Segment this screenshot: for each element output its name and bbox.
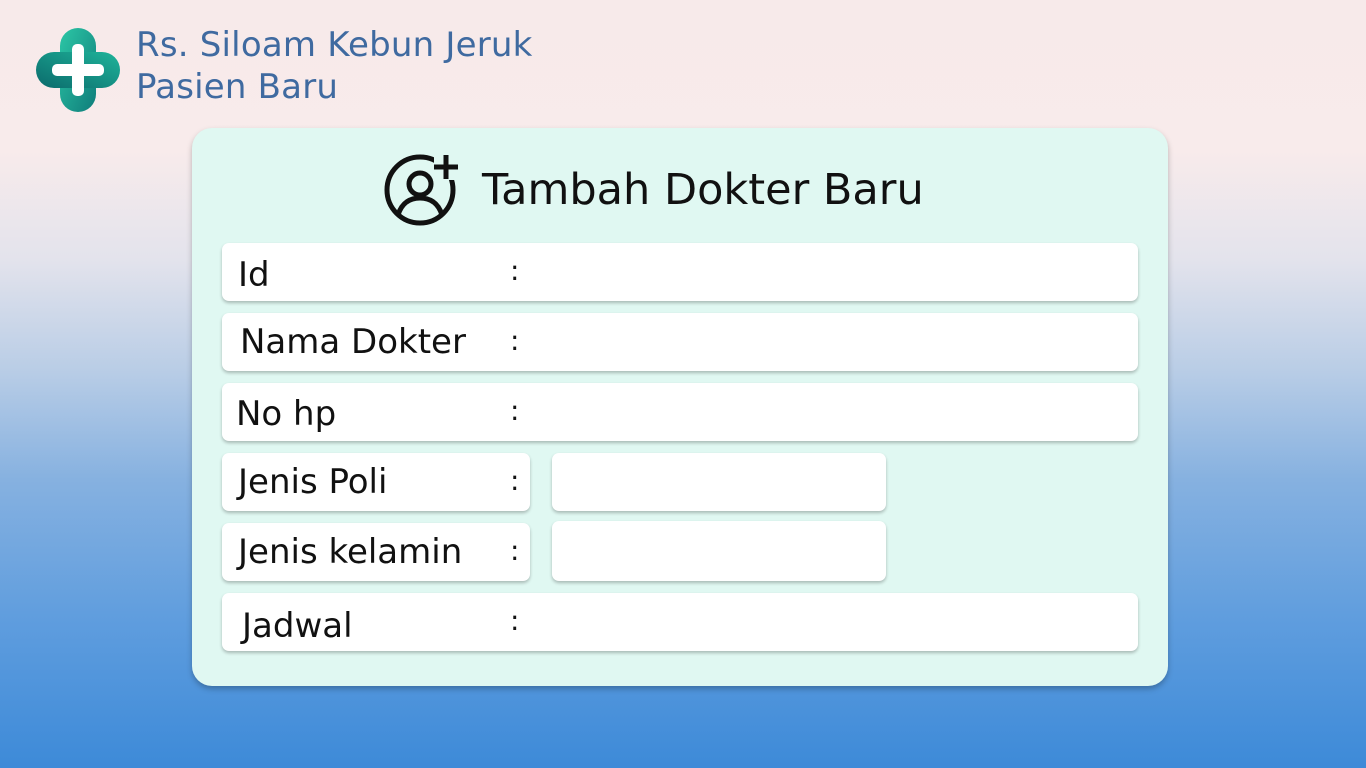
id-input[interactable]: [534, 247, 1130, 297]
jenis-kelamin-colon: :: [510, 534, 520, 567]
id-label: Id: [238, 255, 270, 295]
jenis-poli-colon: :: [510, 464, 520, 497]
jadwal-colon: :: [510, 604, 520, 637]
id-colon: :: [510, 254, 520, 287]
nama-dokter-input[interactable]: [534, 317, 1130, 367]
form-title: Tambah Dokter Baru: [482, 165, 924, 215]
user-plus-icon: [384, 152, 460, 226]
jadwal-label: Jadwal: [242, 606, 353, 646]
no-hp-input[interactable]: [534, 387, 1130, 437]
form-header: Tambah Dokter Baru: [384, 152, 1024, 228]
jenis-kelamin-select[interactable]: [552, 521, 886, 581]
page-subtitle: Pasien Baru: [136, 67, 339, 107]
hospital-name: Rs. Siloam Kebun Jeruk: [136, 25, 533, 65]
jenis-kelamin-label: Jenis kelamin: [238, 532, 463, 572]
hospital-logo-icon: [36, 28, 120, 112]
no-hp-label: No hp: [236, 394, 337, 434]
nama-dokter-colon: :: [510, 324, 520, 357]
nama-dokter-label: Nama Dokter: [240, 322, 466, 362]
no-hp-colon: :: [510, 394, 520, 427]
header-text: Rs. Siloam Kebun Jeruk Pasien Baru: [136, 24, 533, 108]
jenis-poli-select[interactable]: [552, 453, 886, 511]
jadwal-input[interactable]: [534, 597, 1130, 647]
jenis-poli-label: Jenis Poli: [238, 462, 388, 502]
